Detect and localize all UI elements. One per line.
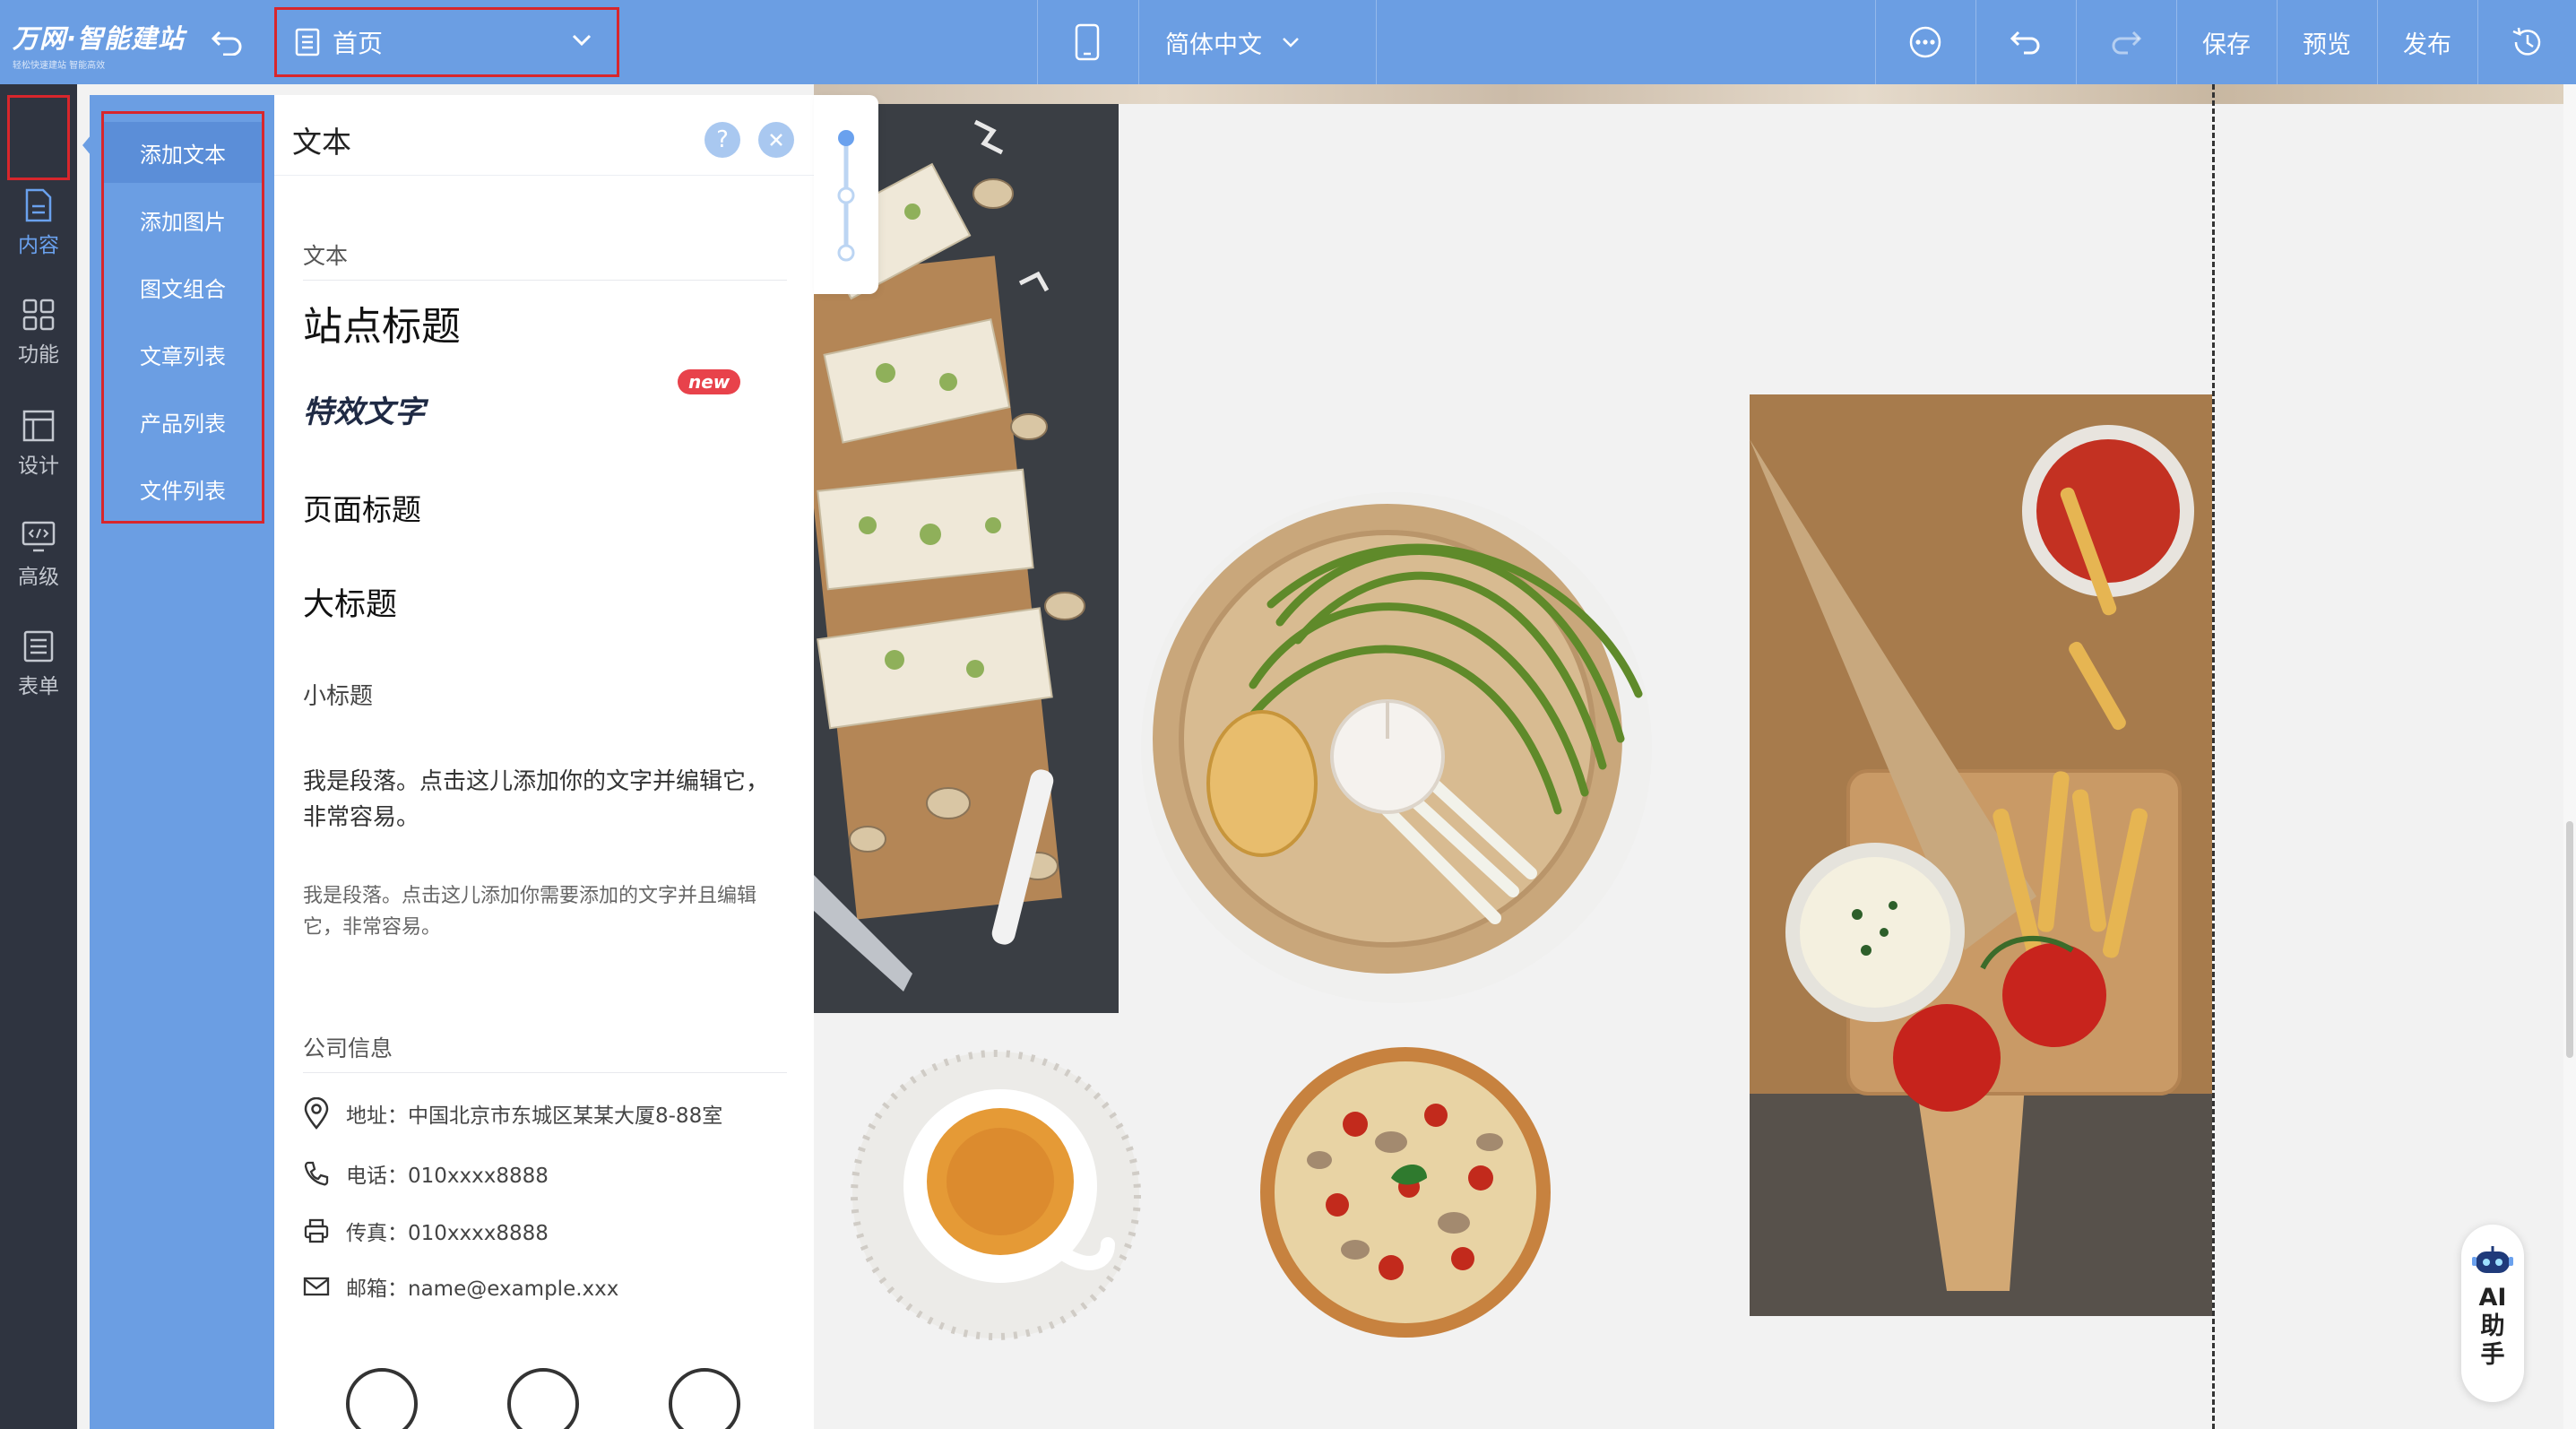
brand-logo: 万网·智能建站 轻松快速建站 智能高效 (13, 18, 201, 71)
text-widget-panel: 文本 ? 文本 站点标题 特效文字 new 页面标题 大标题 小标题 我是段落。… (274, 95, 814, 1429)
rail-item-content[interactable]: 内容 (0, 174, 77, 273)
undo-icon[interactable] (1976, 0, 2075, 84)
editor-canvas[interactable] (814, 84, 2576, 1429)
page-title-widget[interactable]: 页面标题 (303, 486, 421, 529)
save-button[interactable]: 保存 (2177, 0, 2276, 84)
chevron-down-icon (572, 34, 592, 47)
help-icon[interactable]: ? (705, 122, 740, 158)
rail-label: 设计 (18, 455, 59, 478)
preview-button[interactable]: 预览 (2278, 0, 2376, 84)
small-title-widget[interactable]: 小标题 (303, 678, 373, 711)
section-label-text: 文本 (303, 243, 349, 269)
left-rail: 内容 功能 设计 高级 表单 (0, 84, 77, 1429)
form-list-icon (22, 629, 55, 663)
ai-assistant-label: AI助手 (2478, 1284, 2507, 1369)
panel-header: 文本 ? (274, 95, 814, 176)
more-icon[interactable] (1876, 0, 1975, 84)
panel-title: 文本 (292, 125, 351, 160)
divider (1376, 0, 1377, 84)
page-icon (295, 28, 320, 56)
phone-icon (303, 1160, 330, 1187)
rail-label: 内容 (18, 234, 59, 257)
fax-text: 传真：010xxxx8888 (346, 1222, 549, 1245)
mobile-preview-icon[interactable] (1038, 0, 1137, 84)
publish-button[interactable]: 发布 (2378, 0, 2477, 84)
big-title-widget[interactable]: 大标题 (303, 579, 397, 625)
location-pin-icon (303, 1097, 330, 1130)
divider (303, 1072, 787, 1073)
rail-item-advanced[interactable]: 高级 (0, 506, 77, 604)
phone-text: 电话：010xxxx8888 (346, 1165, 549, 1188)
layer-stepper[interactable] (814, 95, 878, 294)
mail-icon (303, 1276, 330, 1297)
social-icon (669, 1368, 740, 1429)
fax-widget[interactable]: 传真：010xxxx8888 (303, 1216, 549, 1246)
email-widget[interactable]: 邮箱：name@example.xxx (303, 1271, 618, 1302)
layout-icon (22, 409, 56, 443)
brand-name: 万网·智能建站 (13, 23, 186, 54)
rail-label: 功能 (18, 343, 59, 367)
rail-label: 表单 (18, 675, 59, 698)
site-title-widget[interactable]: 站点标题 (303, 294, 461, 351)
small-paragraph-widget[interactable]: 我是段落。点击这儿添加你需要添加的文字并且编辑它，非常容易。 (303, 880, 787, 943)
close-icon[interactable] (758, 122, 794, 158)
social-icon (507, 1368, 579, 1429)
highlight-box (101, 111, 264, 524)
code-monitor-icon (21, 520, 56, 554)
divider (1138, 0, 1139, 84)
brand-slogan: 轻松快速建站 智能高效 (13, 61, 106, 71)
undo-history-icon[interactable] (208, 23, 246, 61)
rail-item-form[interactable]: 表单 (0, 615, 77, 714)
content-guide-line (2212, 84, 2215, 1429)
address-text: 地址：中国北京市东城区某某大厦8-88室 (346, 1104, 723, 1128)
social-icons-widget[interactable] (346, 1368, 740, 1429)
section-label-company: 公司信息 (303, 1035, 393, 1061)
ai-assistant-button[interactable]: AI助手 (2461, 1225, 2524, 1402)
grid-icon (22, 298, 56, 332)
top-toolbar: 万网·智能建站 轻松快速建站 智能高效 首页 简体中文 保存 预览 发布 (0, 0, 2576, 84)
printer-icon (303, 1217, 330, 1244)
highlight-box (7, 95, 70, 180)
page-selector-label: 首页 (333, 29, 384, 58)
pizza-image[interactable] (1257, 1044, 1554, 1341)
scrollbar-thumb[interactable] (2566, 821, 2573, 1058)
address-widget[interactable]: 地址：中国北京市东城区某某大厦8-88室 (303, 1097, 722, 1130)
rail-item-function[interactable]: 功能 (0, 283, 77, 382)
document-icon (23, 188, 54, 222)
email-text: 邮箱：name@example.xxx (346, 1277, 619, 1301)
canvas-scrollbar[interactable] (2563, 84, 2576, 1429)
redo-icon[interactable] (2077, 0, 2175, 84)
social-icon (346, 1368, 418, 1429)
rail-item-design[interactable]: 设计 (0, 394, 77, 493)
phone-widget[interactable]: 电话：010xxxx8888 (303, 1158, 549, 1189)
fries-image[interactable] (1750, 394, 2212, 1316)
panel-pointer (82, 134, 91, 156)
page-selector[interactable]: 首页 (274, 7, 619, 77)
history-icon[interactable] (2478, 0, 2576, 84)
language-label: 简体中文 (1165, 30, 1262, 59)
rail-label: 高级 (18, 566, 59, 589)
tea-cup-image[interactable] (848, 1047, 1144, 1343)
language-selector[interactable]: 简体中文 (1165, 0, 1300, 84)
scallion-basket-image[interactable] (1137, 470, 1656, 1026)
paragraph-widget[interactable]: 我是段落。点击这儿添加你的文字并编辑它，非常容易。 (303, 764, 787, 836)
new-badge: new (678, 369, 741, 394)
divider (303, 280, 787, 281)
chevron-down-icon (1282, 37, 1300, 48)
background-strip (814, 84, 2563, 104)
effect-text-widget[interactable]: 特效文字 (303, 387, 425, 431)
robot-icon (2472, 1244, 2513, 1277)
